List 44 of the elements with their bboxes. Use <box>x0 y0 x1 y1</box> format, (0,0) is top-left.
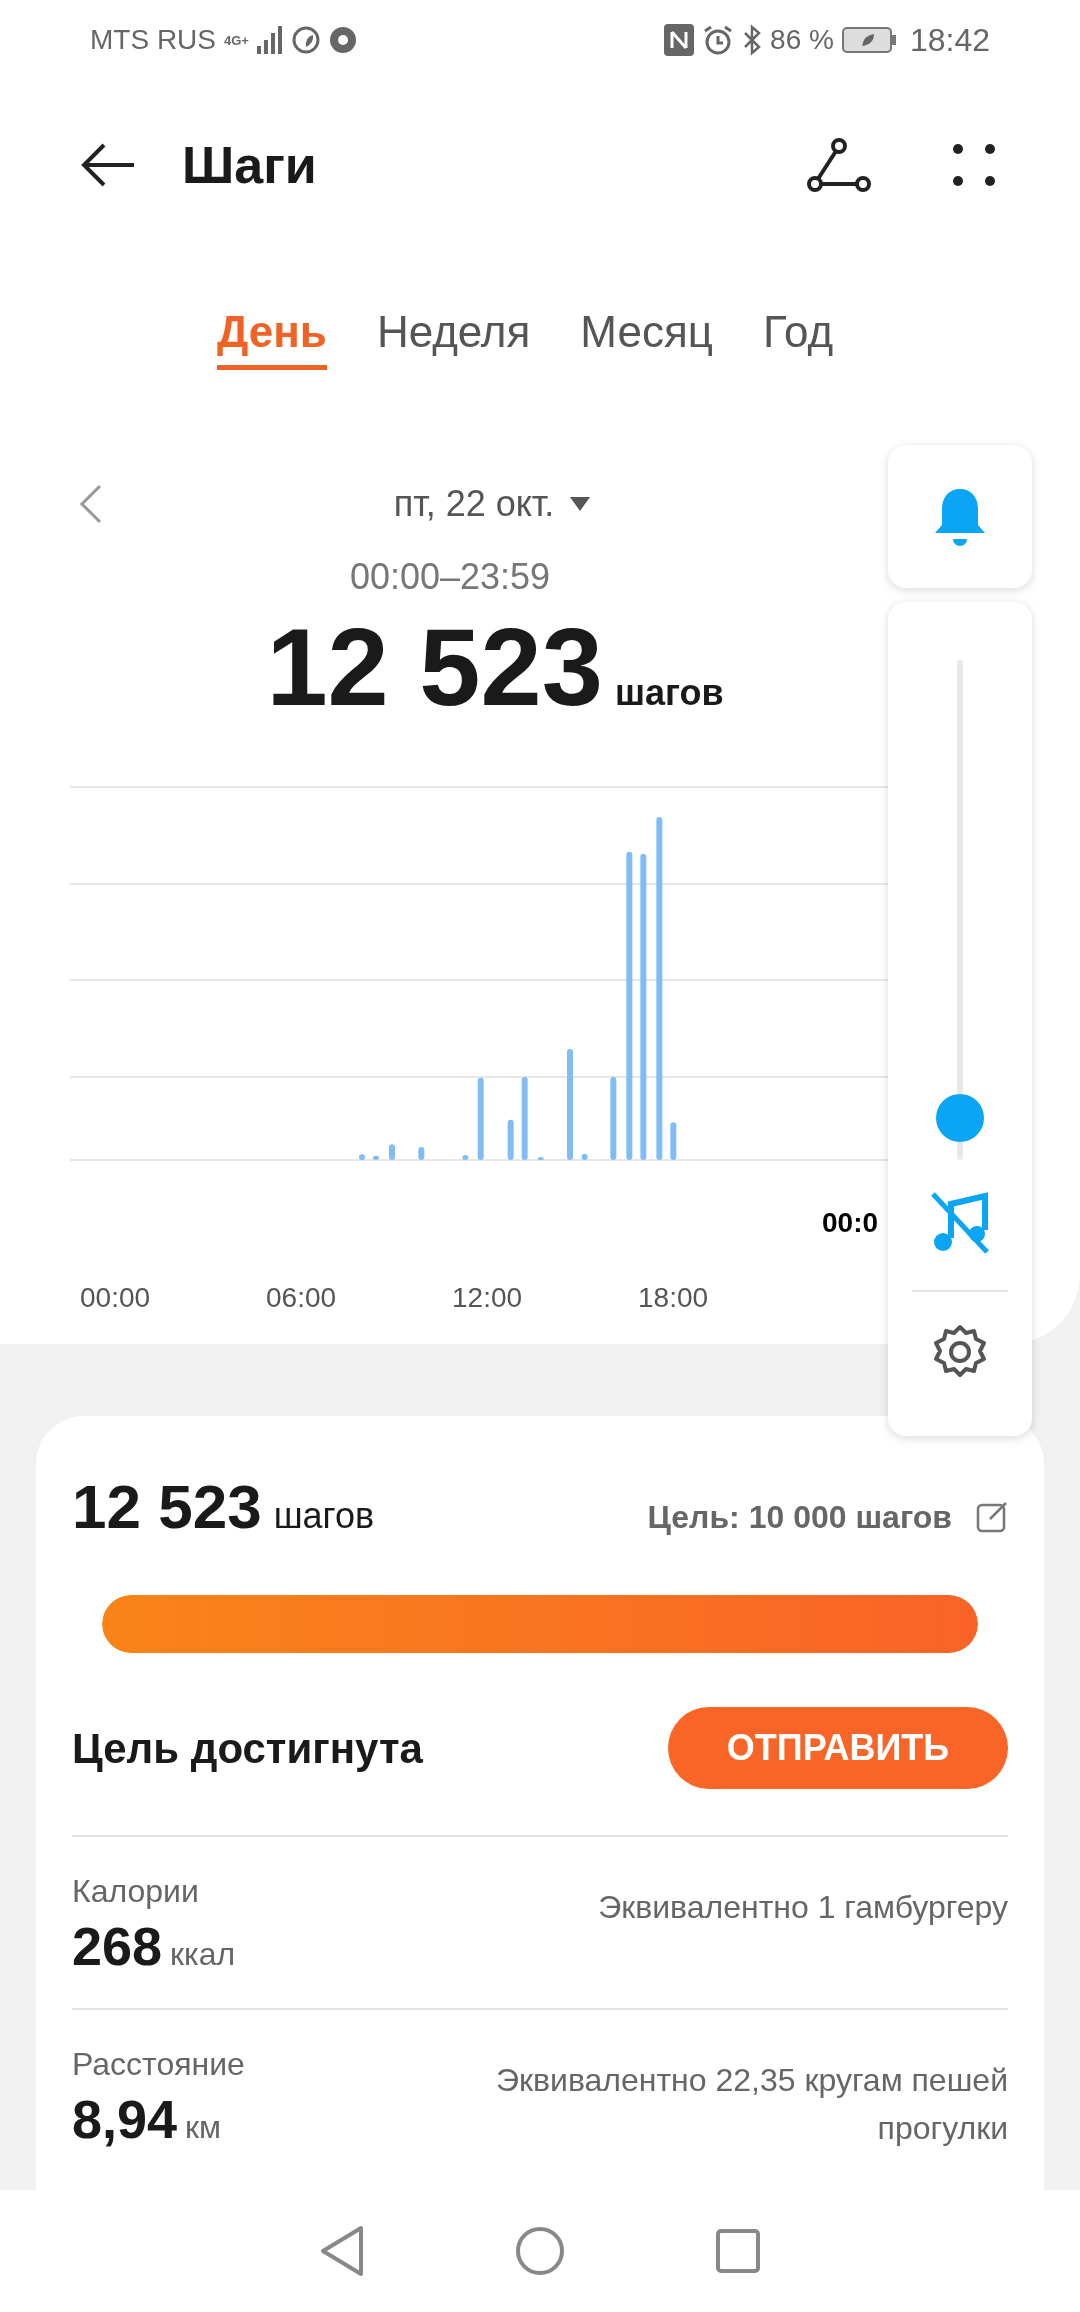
stat-unit: ккал <box>170 1935 236 1974</box>
volume-slider[interactable] <box>936 660 984 1160</box>
network-type: 4G+ <box>224 33 249 47</box>
page-title: Шаги <box>182 135 317 196</box>
stat-value: 8,94 <box>72 2088 178 2151</box>
dropdown-icon[interactable] <box>570 497 591 511</box>
axis-label: 00:0 <box>822 1206 879 1240</box>
axis-label: 12:00 <box>452 1281 520 1315</box>
bell-button[interactable] <box>888 445 1032 588</box>
nfc-icon <box>664 24 695 56</box>
bluetooth-icon <box>742 24 763 56</box>
stat-value: 268 <box>72 1915 163 1978</box>
clock-time: 18:42 <box>909 21 990 60</box>
axis-label: 06:00 <box>266 1281 334 1315</box>
stat-note: Эквивалентно 1 гамбургеру <box>597 1888 1008 1927</box>
time-range: 00:00–23:59 <box>349 555 551 599</box>
period-tab[interactable]: Год <box>763 298 834 370</box>
period-tab[interactable]: Неделя <box>376 298 531 370</box>
stat-label: Расстояние <box>72 2045 245 2084</box>
chevron-left-icon[interactable] <box>78 484 102 524</box>
stat-note: Эквивалентно 22,35 кругам пешей прогулки <box>495 2061 1008 2148</box>
edit-icon[interactable] <box>976 1501 1008 1533</box>
axis-label: 18:00 <box>638 1281 706 1315</box>
battery-percent: 86 % <box>770 23 834 57</box>
step-total: 12 523 <box>72 1471 262 1543</box>
signal-icon <box>256 26 283 54</box>
period-tab[interactable]: Месяц <box>580 298 713 370</box>
carrier-name: MTS RUS <box>90 23 216 57</box>
back-nav-icon[interactable] <box>319 2225 365 2277</box>
date-label[interactable]: пт, 22 окт. <box>393 477 555 531</box>
stat-label: Калории <box>72 1872 200 1911</box>
music-off-icon[interactable] <box>929 1190 991 1256</box>
stat-unit: км <box>185 2108 222 2147</box>
browser-icon <box>328 26 357 54</box>
step-unit: шагов <box>614 671 724 715</box>
step-count: 12 523 <box>266 606 603 727</box>
goal-status: Цель достигнута <box>72 1723 423 1774</box>
step-unit: шагов <box>273 1494 375 1538</box>
home-nav-icon[interactable] <box>515 2226 565 2276</box>
goal-label: Цель: 10 000 шагов <box>647 1498 952 1537</box>
battery-icon <box>841 26 898 54</box>
recents-nav-icon[interactable] <box>715 2228 761 2274</box>
axis-label: 00:00 <box>80 1281 148 1315</box>
leaf-circle-icon <box>290 25 321 55</box>
